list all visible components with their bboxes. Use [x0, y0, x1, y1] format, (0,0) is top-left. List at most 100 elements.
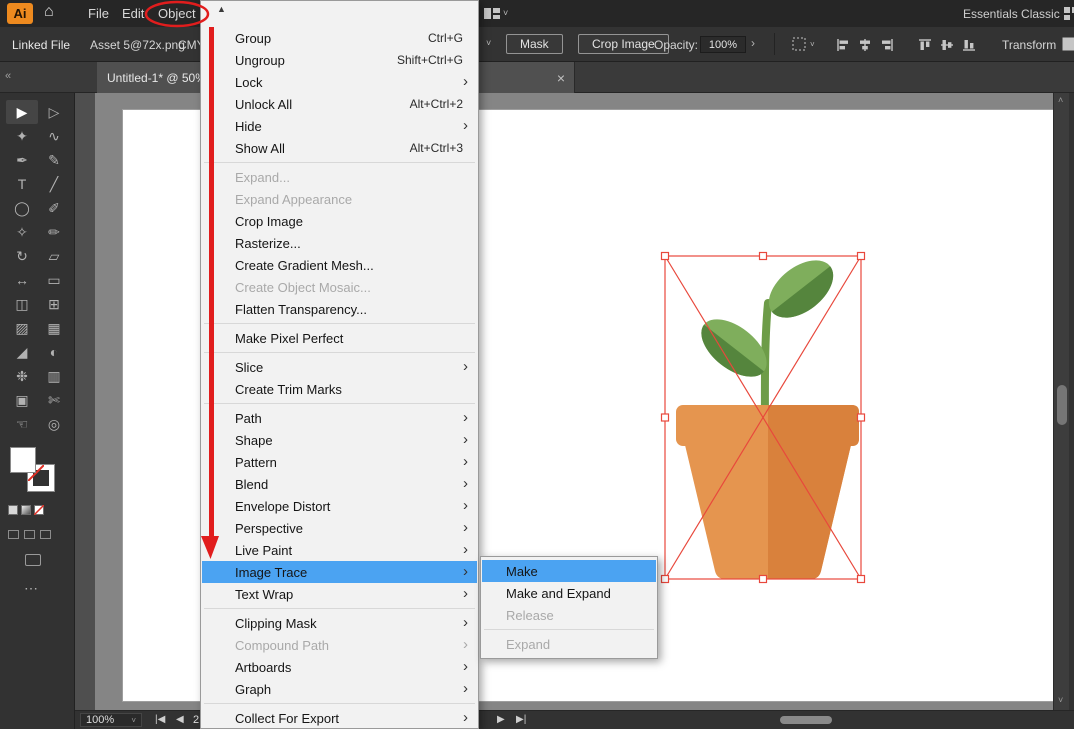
scroll-up-icon[interactable]: ˄ — [1058, 95, 1063, 105]
gradient-tool[interactable]: ▨ — [6, 316, 38, 340]
menu-item-flatten-transparency[interactable]: Flatten Transparency... — [202, 298, 477, 320]
mask-button[interactable]: Mask — [506, 34, 563, 54]
paintbrush-tool[interactable]: ✐ — [38, 196, 70, 220]
workspace-switcher[interactable]: Essentials Classic — [963, 7, 1060, 21]
line-segment-tool[interactable]: ╱ — [38, 172, 70, 196]
menu-item-group[interactable]: Group Ctrl+G — [202, 27, 477, 49]
menu-item-perspective[interactable]: Perspective › — [202, 517, 477, 539]
scale-tool[interactable]: ▱ — [38, 244, 70, 268]
clipped-panel-icon[interactable] — [1062, 37, 1074, 51]
menu-item-slice[interactable]: Slice › — [202, 356, 477, 378]
arrange-documents-icon[interactable] — [484, 7, 500, 20]
artboard-number[interactable]: 2 — [193, 714, 199, 726]
blend-tool[interactable]: ◐ — [38, 340, 70, 364]
menu-item-hide[interactable]: Hide › — [202, 115, 477, 137]
vertical-scrollbar-thumb[interactable] — [1057, 385, 1067, 425]
zoom-dropdown[interactable]: 100% ˅ — [80, 713, 142, 727]
pencil-tool[interactable]: ✏ — [38, 220, 70, 244]
menu-item-clipping-mask[interactable]: Clipping Mask › — [202, 612, 477, 634]
lasso-tool[interactable]: ∿ — [38, 124, 70, 148]
menu-item-unlock-all[interactable]: Unlock All Alt+Ctrl+2 — [202, 93, 477, 115]
menu-item-show-all[interactable]: Show All Alt+Ctrl+3 — [202, 137, 477, 159]
hand-tool[interactable]: ☜ — [6, 412, 38, 436]
eyedropper-tool[interactable]: ◢ — [6, 340, 38, 364]
menu-item-path[interactable]: Path › — [202, 407, 477, 429]
menu-item-pattern[interactable]: Pattern › — [202, 451, 477, 473]
opacity-dropdown[interactable]: 100% — [700, 36, 746, 53]
menu-item-collect-for-export[interactable]: Collect For Export › — [202, 707, 477, 729]
draw-behind-icon[interactable] — [24, 530, 35, 539]
tab-close-icon[interactable]: × — [557, 70, 565, 86]
menu-item-lock[interactable]: Lock › — [202, 71, 477, 93]
live-paint-bucket-tool[interactable]: ⊞ — [38, 292, 70, 316]
draw-inside-icon[interactable] — [40, 530, 51, 539]
shaper-tool[interactable]: ✧ — [6, 220, 38, 244]
color-mode-icon[interactable] — [8, 505, 18, 515]
last-artboard-icon[interactable]: ▶| — [516, 714, 526, 725]
previous-artboard-icon[interactable]: ◀ — [176, 714, 184, 725]
vertical-scrollbar[interactable]: ˄ ˅ — [1053, 93, 1069, 710]
menu-item-blend[interactable]: Blend › — [202, 473, 477, 495]
align-horizontal-center-icon[interactable] — [858, 38, 872, 52]
pen-tool[interactable]: ✒ — [6, 148, 38, 172]
horizontal-scrollbar-thumb[interactable] — [780, 716, 832, 724]
artboard-tool[interactable]: ▣ — [6, 388, 38, 412]
menu-item-create-gradient-mesh[interactable]: Create Gradient Mesh... — [202, 254, 477, 276]
menu-item-shape[interactable]: Shape › — [202, 429, 477, 451]
menu-item-text-wrap[interactable]: Text Wrap › — [202, 583, 477, 605]
edit-toolbar-ellipsis-icon[interactable]: ⋯ — [24, 580, 38, 597]
submenu-item-make-and-expand[interactable]: Make and Expand — [482, 582, 656, 604]
align-vertical-bottom-icon[interactable] — [962, 38, 976, 52]
screen-mode-icon[interactable] — [25, 554, 41, 566]
first-artboard-icon[interactable]: |◀ — [155, 714, 165, 725]
menu-item-crop-image[interactable]: Crop Image — [202, 210, 477, 232]
illustrator-logo[interactable]: Ai — [7, 3, 33, 24]
symbol-sprayer-tool[interactable]: ❉ — [6, 364, 38, 388]
shape-builder-tool[interactable]: ◫ — [6, 292, 38, 316]
home-icon[interactable]: ⌂ — [44, 3, 54, 21]
options-dropdown-chevron-icon[interactable]: ˅ — [810, 40, 815, 49]
panel-collapse-icon[interactable]: « — [5, 70, 11, 82]
draw-normal-icon[interactable] — [8, 530, 19, 539]
plant-image[interactable] — [655, 245, 875, 590]
menu-item-ungroup[interactable]: Ungroup Shift+Ctrl+G — [202, 49, 477, 71]
submenu-item-make[interactable]: Make — [482, 560, 656, 582]
type-tool[interactable]: T — [6, 172, 38, 196]
none-mode-icon[interactable] — [34, 505, 44, 515]
menu-edit[interactable]: Edit — [122, 6, 144, 21]
align-horizontal-right-icon[interactable] — [880, 38, 894, 52]
menu-object[interactable]: Object — [158, 6, 196, 21]
column-graph-tool[interactable]: ▥ — [38, 364, 70, 388]
magic-wand-tool[interactable]: ✦ — [6, 124, 38, 148]
curvature-tool[interactable]: ✎ — [38, 148, 70, 172]
mesh-tool[interactable]: ▦ — [38, 316, 70, 340]
zoom-tool[interactable]: ◎ — [38, 412, 70, 436]
menu-item-create-trim-marks[interactable]: Create Trim Marks — [202, 378, 477, 400]
fill-swatch[interactable] — [10, 447, 36, 473]
scroll-down-icon[interactable]: ˅ — [1058, 695, 1063, 705]
menu-item-make-pixel-perfect[interactable]: Make Pixel Perfect — [202, 327, 477, 349]
panel-grid-icon[interactable] — [1064, 7, 1074, 20]
next-artboard-icon[interactable]: ▶ — [497, 714, 505, 725]
slice-tool[interactable]: ✄ — [38, 388, 70, 412]
menu-item-envelope-distort[interactable]: Envelope Distort › — [202, 495, 477, 517]
free-transform-tool[interactable]: ▭ — [38, 268, 70, 292]
transform-link[interactable]: Transform — [1002, 38, 1056, 52]
asset-name-link[interactable]: Asset 5@72x.png — [90, 38, 185, 52]
menu-item-artboards[interactable]: Artboards › — [202, 656, 477, 678]
opacity-flyout-icon[interactable]: › — [751, 36, 755, 50]
menu-item-live-paint[interactable]: Live Paint › — [202, 539, 477, 561]
rotate-tool[interactable]: ↻ — [6, 244, 38, 268]
arrange-documents-chevron-icon[interactable]: ˅ — [503, 8, 508, 18]
selection-tool[interactable]: ▶ — [6, 100, 38, 124]
align-vertical-center-icon[interactable] — [940, 38, 954, 52]
options-dropdown-icon[interactable] — [792, 37, 806, 51]
menu-item-image-trace[interactable]: Image Trace › — [202, 561, 477, 583]
align-vertical-top-icon[interactable] — [918, 38, 932, 52]
gradient-mode-icon[interactable] — [21, 505, 31, 515]
menu-file[interactable]: File — [88, 6, 109, 21]
ellipse-tool[interactable]: ◯ — [6, 196, 38, 220]
menu-scroll-up-icon[interactable]: ▲ — [217, 4, 226, 14]
menu-item-graph[interactable]: Graph › — [202, 678, 477, 700]
menu-item-rasterize[interactable]: Rasterize... — [202, 232, 477, 254]
